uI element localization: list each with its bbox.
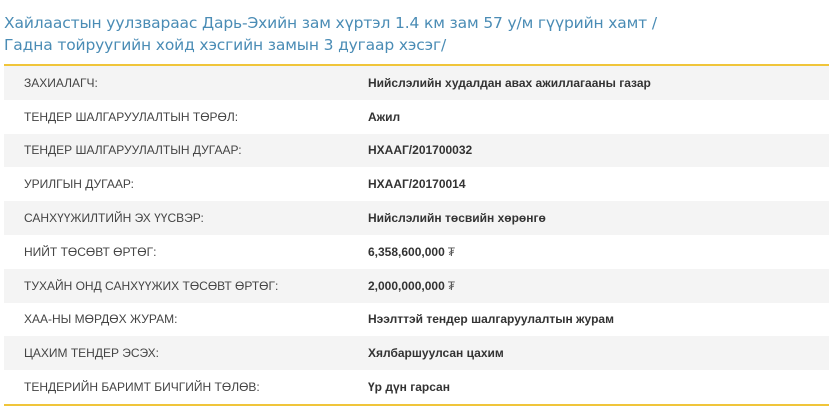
field-label-procedure: ХАА-НЫ МӨРДӨХ ЖУРАМ: — [24, 312, 178, 327]
table-row: ЗАХИАЛАГЧ: Нийслэлийн худалдан авах ажил… — [4, 66, 829, 100]
field-value-tender-type: Ажил — [368, 100, 829, 134]
field-label-document-status: ТЕНДЕРИЙН БАРИМТ БИЧГИЙН ТӨЛӨВ: — [24, 380, 260, 395]
field-value-invitation-number: НХААГ/20170014 — [368, 167, 829, 201]
field-value-procedure: Нээлттэй тендер шалгаруулалтын журам — [368, 303, 829, 337]
value-text: Нээлттэй тендер шалгаруулалтын журам — [368, 312, 614, 327]
field-label-e-tender: ЦАХИМ ТЕНДЕР ЭСЭХ: — [24, 346, 160, 361]
table-row: ТУХАЙН ОНД САНХҮҮЖИХ ТӨСӨВТ ӨРТӨГ: 2,000… — [4, 268, 829, 303]
field-value-funding-source: Нийслэлийн төсвийн хөрөнгө — [368, 201, 829, 235]
tender-details-table: ЗАХИАЛАГЧ: Нийслэлийн худалдан авах ажил… — [4, 64, 829, 406]
value-text: Нийслэлийн төсвийн хөрөнгө — [368, 211, 546, 226]
field-value-customer: Нийслэлийн худалдан авах ажиллагааны газ… — [368, 66, 829, 100]
field-label-tender-type: ТЕНДЕР ШАЛГАРУУЛАЛТЫН ТӨРӨЛ: — [24, 109, 239, 124]
field-value-document-status: Үр дүн гарсан — [368, 370, 829, 404]
value-text: Ажил — [368, 109, 401, 124]
table-row: ТЕНДЕР ШАЛГАРУУЛАЛТЫН ТӨРӨЛ: Ажил — [4, 99, 829, 134]
page-title: Хайлаастын уулзвараас Дарь-Эхийн зам хүр… — [4, 14, 657, 54]
value-text: 2,000,000,000 — [368, 278, 445, 293]
field-label-annual-budget: ТУХАЙН ОНД САНХҮҮЖИХ ТӨСӨВТ ӨРТӨГ: — [24, 278, 279, 293]
table-row: УРИЛГЫН ДУГААР: НХААГ/20170014 — [4, 167, 829, 202]
table-row: ТЕНДЕР ШАЛГАРУУЛАЛТЫН ДУГААР: НХААГ/2017… — [4, 133, 829, 168]
field-value-annual-budget: 2,000,000,000 ₮ — [368, 269, 829, 303]
tugrik-currency-icon: ₮ — [447, 278, 456, 293]
field-label-invitation-number: УРИЛГЫН ДУГААР: — [24, 177, 134, 192]
value-text: Үр дүн гарсан — [368, 380, 450, 395]
value-text: Нийслэлийн худалдан авах ажиллагааны газ… — [368, 75, 651, 90]
value-text: НХААГ/201700032 — [368, 143, 473, 158]
table-row: ХАА-НЫ МӨРДӨХ ЖУРАМ: Нээлттэй тендер шал… — [4, 302, 829, 337]
field-label-customer: ЗАХИАЛАГЧ: — [24, 75, 98, 90]
field-label-funding-source: САНХҮҮЖИЛТИЙН ЭХ ҮҮСВЭР: — [24, 211, 204, 226]
table-row: ТЕНДЕРИЙН БАРИМТ БИЧГИЙН ТӨЛӨВ: Үр дүн г… — [4, 370, 829, 404]
field-value-e-tender: Хялбаршуулсан цахим — [368, 336, 829, 370]
value-text: Хялбаршуулсан цахим — [368, 346, 504, 361]
table-row: САНХҮҮЖИЛТИЙН ЭХ ҮҮСВЭР: Нийслэлийн төсв… — [4, 201, 829, 235]
field-value-tender-number: НХААГ/201700032 — [368, 134, 829, 168]
field-value-total-budget: 6,358,600,000 ₮ — [368, 235, 829, 269]
table-row: НИЙТ ТӨСӨВТ ӨРТӨГ: 6,358,600,000 ₮ — [4, 234, 829, 269]
table-row: ЦАХИМ ТЕНДЕР ЭСЭХ: Хялбаршуулсан цахим — [4, 336, 829, 371]
field-label-total-budget: НИЙТ ТӨСӨВТ ӨРТӨГ: — [24, 244, 157, 259]
value-text: НХААГ/20170014 — [368, 177, 466, 192]
field-label-tender-number: ТЕНДЕР ШАЛГАРУУЛАЛТЫН ДУГААР: — [24, 143, 242, 158]
tugrik-currency-icon: ₮ — [447, 244, 456, 259]
value-text: 6,358,600,000 — [368, 244, 445, 259]
